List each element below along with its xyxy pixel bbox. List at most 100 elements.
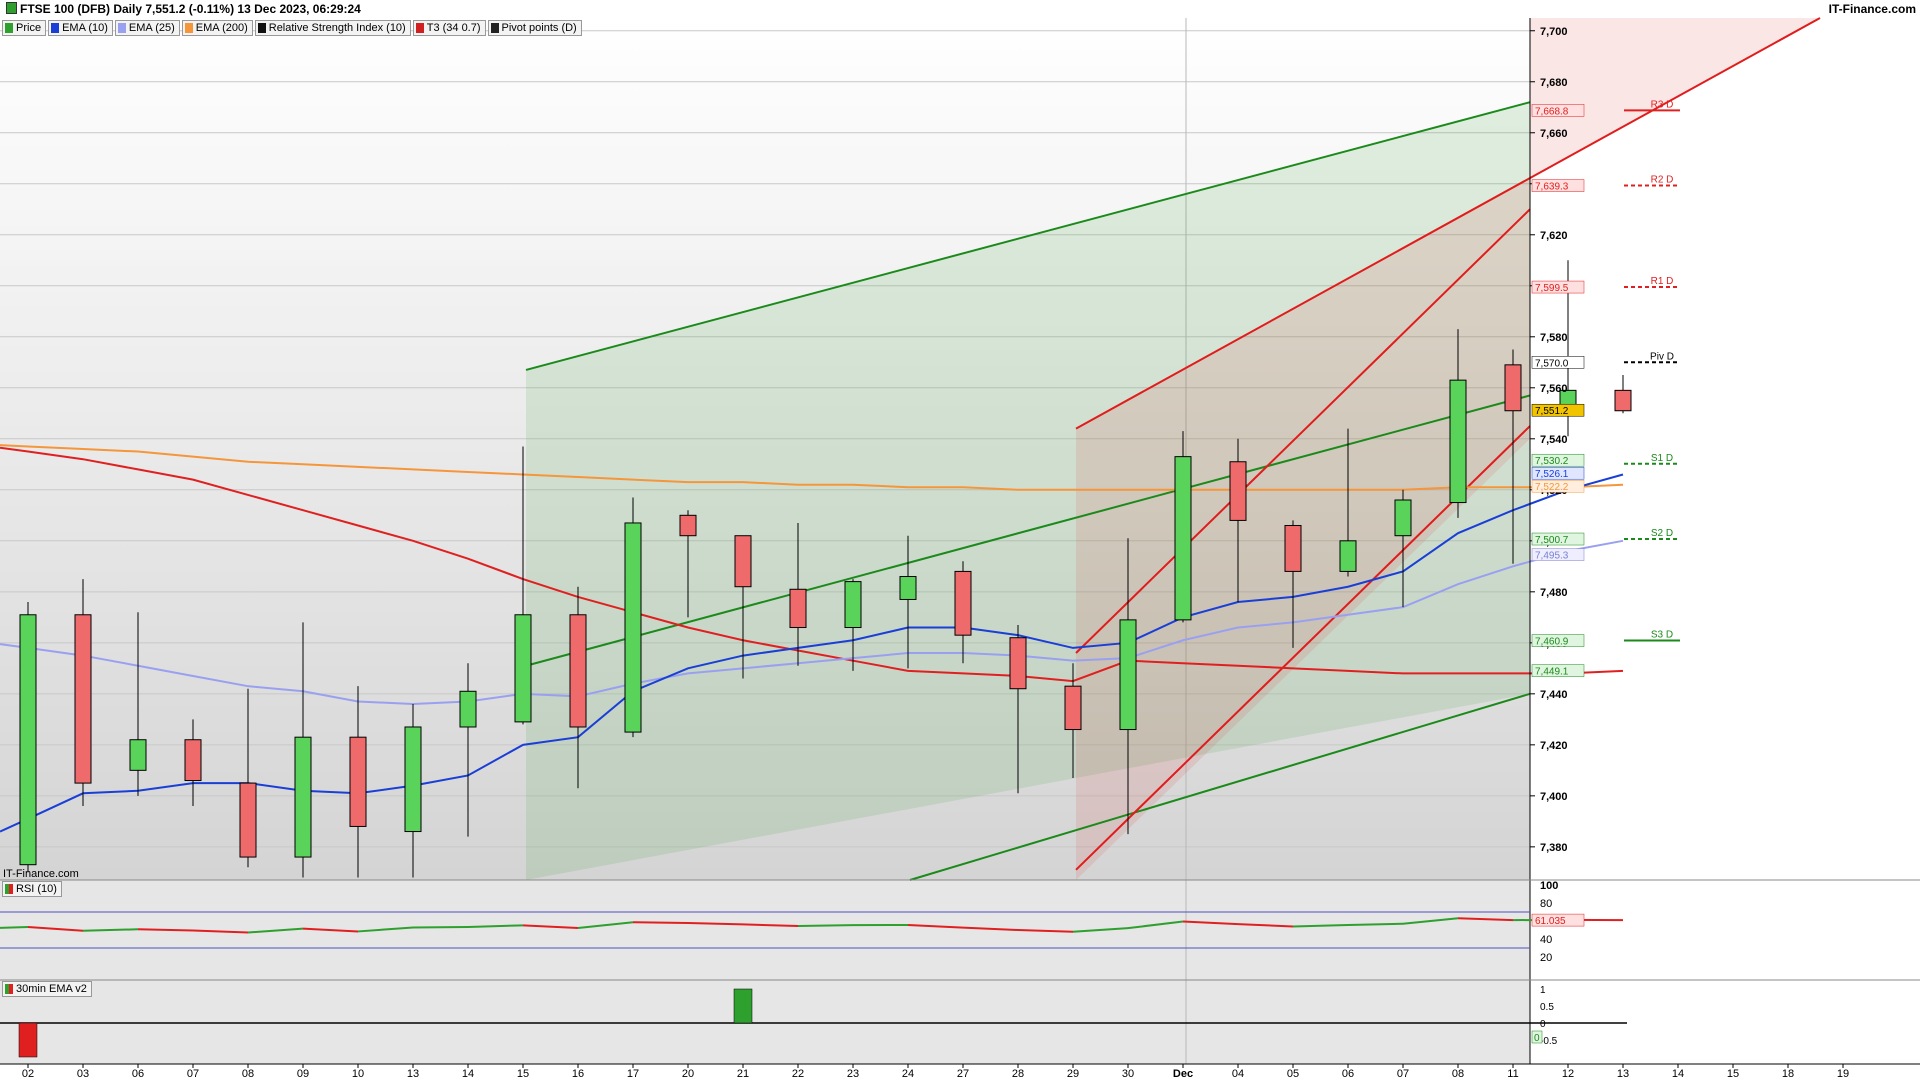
candle-down	[1284, 525, 1302, 572]
x-tick-label: 14	[462, 1068, 474, 1080]
price-tag-label: 7,522.2	[1535, 482, 1569, 493]
rsi-tick-label: 40	[1540, 934, 1552, 946]
price-tag-label: 7,530.2	[1535, 456, 1569, 467]
x-tick-label: 02	[22, 1068, 34, 1080]
candle-down	[569, 614, 587, 728]
legend-swatch-icon	[257, 23, 266, 33]
legend-swatch-icon	[51, 23, 60, 33]
title-icon	[6, 2, 17, 14]
price-tag-label: 7,460.9	[1535, 637, 1569, 648]
candle-up	[844, 581, 862, 629]
x-tick-label: 03	[77, 1068, 89, 1080]
legend-item-1[interactable]: EMA (10)	[48, 20, 113, 36]
x-tick-label: 16	[572, 1068, 584, 1080]
candle-up	[294, 736, 312, 858]
rsi-swatch-icon	[5, 884, 13, 894]
price-tag-label: 7,449.1	[1535, 667, 1569, 678]
x-tick-label: 04	[1232, 1068, 1244, 1080]
price-tag-label: 7,668.8	[1535, 106, 1569, 117]
price-tag-label: 7,526.1	[1535, 469, 1569, 480]
ema-panel-label[interactable]: 30min EMA v2	[2, 981, 92, 997]
price-tag-label: 7,495.3	[1535, 551, 1569, 562]
y-tick-label: 7,700	[1540, 26, 1568, 38]
rsi-panel-label[interactable]: RSI (10)	[2, 881, 62, 897]
legend-label: EMA (200)	[195, 22, 248, 34]
candle-down	[679, 514, 697, 537]
rsi-segment	[1347, 922, 1404, 927]
candle-down	[789, 588, 807, 629]
candle-up	[514, 614, 532, 723]
x-tick-label: 08	[1452, 1068, 1464, 1080]
x-tick-label: 19	[1837, 1068, 1849, 1080]
rsi-tick-label: 20	[1540, 952, 1552, 964]
watermark: IT-Finance.com	[3, 868, 79, 880]
legend-label: T3 (34 0.7)	[426, 22, 481, 34]
candle-up	[624, 522, 642, 733]
candle-up	[1394, 499, 1412, 537]
legend-item-4[interactable]: Relative Strength Index (10)	[254, 20, 411, 36]
pivot-label: R1 D	[1651, 276, 1674, 287]
ema-tick-label: -0.5	[1540, 1036, 1558, 1047]
legend-item-2[interactable]: EMA (25)	[114, 20, 180, 36]
rsi-segment	[412, 925, 469, 929]
price-tag-label: 7,500.7	[1535, 535, 1569, 546]
candle-up	[404, 726, 422, 833]
x-tick-label: 29	[1067, 1068, 1079, 1080]
x-tick-label: 10	[352, 1068, 364, 1080]
candle-up	[1119, 619, 1137, 731]
price-tag-label: 7,639.3	[1535, 182, 1569, 193]
x-tick-label: 27	[957, 1068, 969, 1080]
pivot-label: S1 D	[1651, 453, 1673, 464]
ema-label-text: 30min EMA v2	[16, 983, 87, 995]
y-tick-label: 7,620	[1540, 230, 1568, 242]
candle-down	[1504, 364, 1522, 412]
candle-down	[954, 570, 972, 636]
pivot-label: Piv D	[1650, 351, 1674, 362]
rsi-tick-label: 80	[1540, 898, 1552, 910]
candle-up	[1449, 379, 1467, 504]
rsi-segment	[0, 925, 29, 929]
legend-item-6[interactable]: Pivot points (D)	[487, 20, 582, 36]
rsi-segment	[137, 928, 194, 932]
x-tick-label: 24	[902, 1068, 914, 1080]
axis-panel-bg	[1530, 18, 1920, 1064]
x-tick-label: 12	[1562, 1068, 1574, 1080]
candle-up	[19, 614, 37, 866]
legend-item-0[interactable]: Price	[2, 20, 47, 36]
legend-item-3[interactable]: EMA (200)	[181, 20, 253, 36]
x-tick-label: 23	[847, 1068, 859, 1080]
chart-canvas: R3 D R2 D R1 D Piv D S1 D S2 D S3 D 7,700 7,680 7…	[0, 17, 1920, 1080]
y-tick-label: 7,680	[1540, 77, 1568, 89]
pivot-label: R3 D	[1651, 99, 1674, 110]
ema-value-tag: 0	[1534, 1033, 1540, 1044]
price-tag-label: 7,599.5	[1535, 283, 1569, 294]
legend-item-5[interactable]: T3 (34 0.7)	[412, 20, 486, 36]
legend-label: Pivot points (D)	[501, 22, 577, 34]
rsi-panel-bg	[0, 880, 1530, 980]
x-tick-label: 20	[682, 1068, 694, 1080]
brand-label: IT-Finance.com	[1828, 2, 1916, 16]
candle-up	[1339, 540, 1357, 572]
ema-tick-label: 0.5	[1540, 1002, 1554, 1013]
legend-swatch-icon	[490, 23, 499, 33]
x-tick-label: Dec	[1173, 1068, 1193, 1080]
legend-swatch-icon	[117, 23, 126, 33]
rsi-value-tag: 61.035	[1535, 916, 1566, 927]
rsi-segment	[797, 924, 854, 927]
x-tick-label: 22	[792, 1068, 804, 1080]
candle-down	[184, 739, 202, 782]
x-tick-label: 15	[517, 1068, 529, 1080]
candle-down	[239, 782, 257, 858]
legend-label: Relative Strength Index (10)	[268, 22, 406, 34]
rsi-tick-label: 100	[1540, 880, 1558, 892]
x-tick-label: 08	[242, 1068, 254, 1080]
candle-down	[74, 614, 92, 784]
x-tick-label: 17	[627, 1068, 639, 1080]
rsi-label-text: RSI (10)	[16, 883, 57, 895]
x-tick-label: 06	[1342, 1068, 1354, 1080]
x-tick-label: 15	[1727, 1068, 1739, 1080]
pivot-label: S3 D	[1651, 630, 1673, 641]
candle-down	[349, 736, 367, 827]
y-tick-label: 7,660	[1540, 128, 1568, 140]
x-tick-label: 13	[1617, 1068, 1629, 1080]
